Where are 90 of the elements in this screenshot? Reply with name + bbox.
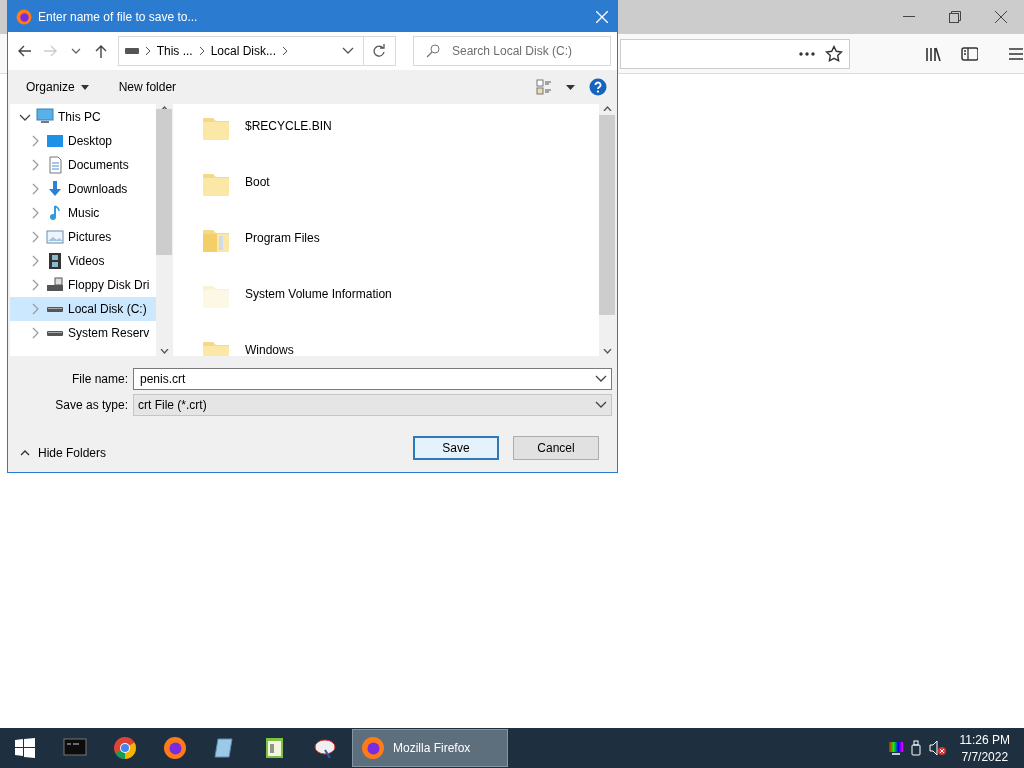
chevron-up-icon[interactable] <box>20 450 30 456</box>
desktop-icon <box>46 132 64 150</box>
clock-time[interactable]: 11:26 PM <box>959 732 1010 747</box>
breadcrumb-item[interactable]: Local Disk... <box>210 44 276 58</box>
drive-icon <box>124 47 139 55</box>
download-arrow-icon <box>46 180 64 198</box>
tree-item[interactable]: Documents <box>10 153 156 177</box>
tree-item[interactable]: Local Disk (C:) <box>10 297 156 321</box>
chevron-right-icon <box>282 46 288 56</box>
tree-label: Local Disk (C:) <box>68 302 147 316</box>
tree-item[interactable]: Desktop <box>10 129 156 153</box>
new-folder-button[interactable]: New folder <box>118 80 177 94</box>
tree-item[interactable]: Pictures <box>10 225 156 249</box>
tree-label: Documents <box>68 158 129 172</box>
search-input[interactable]: Search Local Disk (C:) <box>450 43 610 59</box>
file-name[interactable]: Program Files <box>245 224 320 245</box>
tree-item[interactable]: This PC <box>10 105 156 129</box>
caret-icon[interactable] <box>566 84 575 90</box>
address-field[interactable]: This ... Local Disk... <box>117 36 396 66</box>
windows-logo-icon[interactable] <box>15 738 35 758</box>
tree-label: Floppy Disk Dri <box>68 278 150 292</box>
dropdown-icon[interactable] <box>595 401 607 409</box>
scrollbar-thumb[interactable] <box>156 109 172 255</box>
hide-folders-button[interactable]: Hide Folders <box>20 446 107 460</box>
drive-icon <box>46 276 64 294</box>
speaker-muted-icon[interactable] <box>927 740 946 756</box>
tree-item[interactable]: Music <box>10 201 156 225</box>
picture-icon <box>46 228 64 246</box>
firefox-icon <box>361 736 385 760</box>
more-icon[interactable] <box>798 51 815 56</box>
scroll-up-icon[interactable] <box>602 106 612 111</box>
file-name[interactable]: System Volume Information <box>245 280 392 301</box>
file-type-dropdown[interactable]: crt File (*.crt) <box>133 394 612 416</box>
file-name[interactable]: $RECYCLE.BIN <box>245 112 332 133</box>
scrollbar-thumb[interactable] <box>599 115 615 315</box>
scroll-down-icon[interactable] <box>159 349 169 354</box>
tree-label: Downloads <box>68 182 128 196</box>
dialog-button[interactable]: Cancel <box>513 436 599 460</box>
scroll-down-icon[interactable] <box>602 349 612 354</box>
sidebar-icon[interactable] <box>960 45 979 62</box>
refresh-icon[interactable] <box>372 44 387 58</box>
library-icon[interactable] <box>924 45 941 62</box>
close-icon[interactable] <box>995 11 1007 23</box>
usb-drive-icon[interactable] <box>909 740 922 756</box>
computer-icon <box>36 108 54 126</box>
firefox-icon <box>16 8 32 25</box>
firefox-icon <box>163 736 187 760</box>
color-display-icon[interactable] <box>887 741 904 755</box>
tree-label: Videos <box>68 254 105 268</box>
restore-icon[interactable] <box>949 11 961 23</box>
film-icon <box>46 252 64 270</box>
tree-item[interactable]: Videos <box>10 249 156 273</box>
drive-icon <box>47 330 63 336</box>
taskbar-window-button[interactable]: Mozilla Firefox <box>352 729 508 767</box>
file-name[interactable]: Windows <box>245 336 294 356</box>
chevron-right-icon <box>144 46 151 56</box>
paint-icon <box>313 736 337 760</box>
clock-date[interactable]: 7/7/2022 <box>961 749 1009 764</box>
dialog-button[interactable]: Save <box>413 436 499 460</box>
chrome-icon <box>113 736 137 760</box>
file-name-input[interactable]: penis.crt <box>138 371 595 387</box>
help-icon[interactable] <box>589 78 607 96</box>
search-field[interactable]: Search Local Disk (C:) <box>413 36 611 66</box>
field-label: File name: <box>70 372 128 386</box>
view-options-icon[interactable] <box>536 79 552 95</box>
tree-label: Music <box>68 206 100 220</box>
field-label: Save as type: <box>54 398 128 412</box>
file-name-field[interactable]: penis.crt <box>133 368 612 390</box>
file-name[interactable]: Boot <box>245 168 270 189</box>
document-icon <box>46 156 64 174</box>
tree-item[interactable]: Downloads <box>10 177 156 201</box>
dropdown-icon[interactable] <box>342 47 354 55</box>
back-icon[interactable] <box>16 43 33 59</box>
tree-item[interactable]: Floppy Disk Dri <box>10 273 156 297</box>
window-title: Enter name of file to save to... <box>38 9 199 24</box>
tree-item[interactable]: System Reserv <box>10 321 156 345</box>
tree-label: Pictures <box>68 230 112 244</box>
search-icon <box>426 44 440 58</box>
menu-icon[interactable] <box>1008 46 1024 61</box>
chevron-right-icon <box>198 46 205 56</box>
star-icon[interactable] <box>824 44 843 63</box>
breadcrumb-item[interactable]: This ... <box>156 44 193 58</box>
tree-label: Desktop <box>68 134 113 148</box>
caret-icon[interactable] <box>80 84 89 90</box>
organize-button[interactable]: Organize <box>26 80 89 94</box>
tree-label: System Reserv <box>68 326 150 340</box>
dropdown-icon[interactable] <box>595 375 607 383</box>
tree-label: This PC <box>58 110 101 124</box>
drive-icon <box>47 306 63 312</box>
minimize-icon[interactable] <box>903 16 915 18</box>
